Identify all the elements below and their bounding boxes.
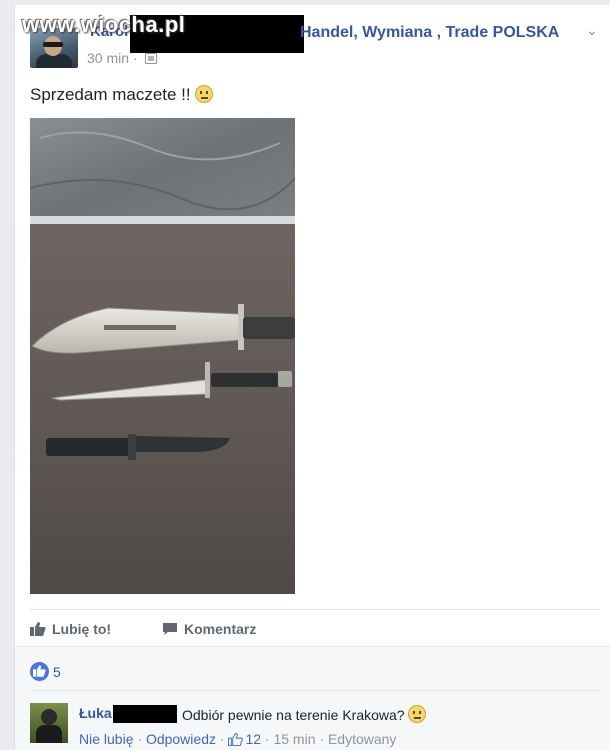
separator: · bbox=[137, 731, 143, 747]
comment-button[interactable]: Komentarz bbox=[162, 621, 256, 639]
comment-like-count: 12 bbox=[245, 731, 262, 747]
commenter-avatar[interactable] bbox=[30, 703, 68, 743]
like-reaction-icon bbox=[30, 662, 49, 681]
watermark: www.wiocha.pl bbox=[22, 12, 186, 37]
comment-list-divider bbox=[30, 690, 600, 691]
commenter-name[interactable]: Łuka bbox=[79, 705, 112, 721]
comment-text: Odbiór pewnie na terenie Krakowa? bbox=[182, 707, 405, 723]
unlike-button[interactable]: Nie lubię bbox=[79, 731, 133, 747]
comment-actions: Nie lubię · Odpowiedz · 12 · 15 min · Ed… bbox=[79, 731, 396, 749]
comment-time[interactable]: 15 min bbox=[273, 731, 315, 747]
separator: · bbox=[132, 50, 138, 66]
reactions-summary[interactable]: 5 bbox=[30, 662, 61, 681]
comment-likes[interactable]: 12 bbox=[228, 731, 261, 747]
commenter-redaction-bar bbox=[113, 705, 177, 723]
separator: · bbox=[264, 731, 270, 747]
comments-divider bbox=[15, 646, 610, 647]
group-name[interactable]: Handel, Wymiana , Trade POLSKA bbox=[300, 24, 559, 42]
thumbs-up-icon bbox=[228, 732, 244, 749]
comment-label: Komentarz bbox=[184, 621, 257, 637]
post-text: Sprzedam maczete !! bbox=[30, 85, 191, 104]
separator: · bbox=[219, 731, 225, 747]
reply-button[interactable]: Odpowiedz bbox=[146, 731, 216, 747]
thumbs-up-icon bbox=[30, 622, 46, 639]
screenshot: www.wiocha.pl Karol Handel, Wymiana , Tr… bbox=[0, 0, 610, 750]
comment-icon bbox=[162, 622, 178, 639]
emoji-icon bbox=[195, 85, 214, 103]
post-time[interactable]: 30 min bbox=[87, 50, 129, 66]
separator: · bbox=[319, 731, 325, 747]
reaction-count: 5 bbox=[53, 664, 61, 680]
like-button[interactable]: Lubię to! bbox=[30, 621, 111, 639]
chevron-down-icon[interactable]: ⌄ bbox=[586, 22, 598, 39]
post-timestamp[interactable]: 30 min · bbox=[87, 50, 158, 66]
privacy-icon[interactable] bbox=[145, 53, 158, 64]
edited-label[interactable]: Edytowany bbox=[328, 731, 396, 747]
comment-emoji-icon bbox=[408, 705, 427, 723]
post-photo[interactable] bbox=[30, 118, 295, 594]
like-label: Lubię to! bbox=[52, 621, 112, 637]
actions-divider bbox=[30, 609, 600, 610]
post-message: Sprzedam maczete !! bbox=[30, 85, 214, 105]
comment-message: Odbiór pewnie na terenie Krakowa? bbox=[182, 705, 427, 723]
